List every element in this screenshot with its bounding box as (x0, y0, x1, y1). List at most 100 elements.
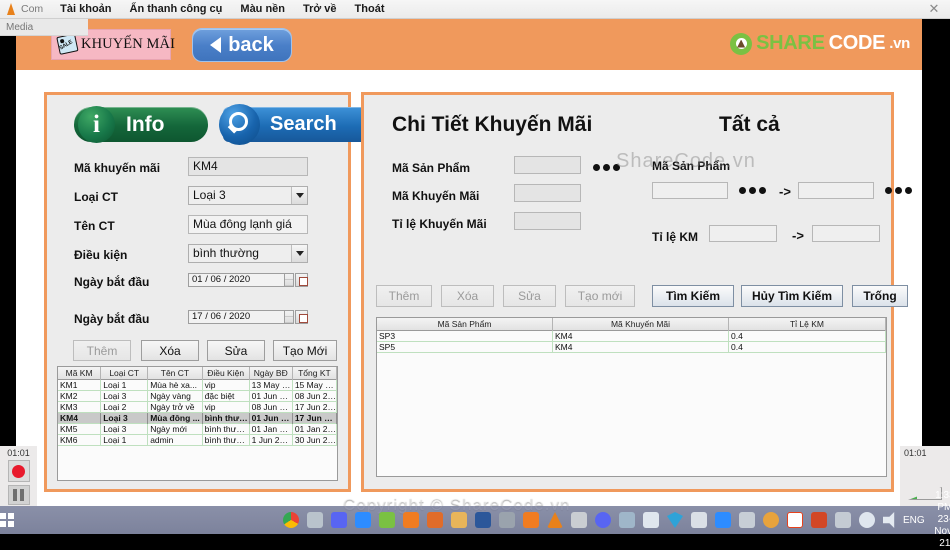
table-row[interactable]: KM4 Loại 3 Mùa đông ... bình thườ... 01 Jun … (58, 413, 337, 424)
menu-item-thoat[interactable]: Thoát (346, 3, 394, 15)
excel-icon[interactable] (807, 508, 831, 532)
table-header-cell[interactable]: Mã Sản Phẩm (377, 318, 553, 331)
discord2-icon[interactable] (591, 508, 615, 532)
shield-icon[interactable] (663, 508, 687, 532)
search-tab-button[interactable]: Search (219, 104, 368, 145)
ellipsis-icon-product[interactable] (593, 164, 620, 171)
input-filter-product-from[interactable] (652, 182, 728, 199)
table-row[interactable]: KM1Loại 1Mùa hè xa...vip13 May 20...15 M… (58, 380, 337, 391)
chrome-icon[interactable] (279, 508, 303, 532)
menu-item-an-thanh-cong-cu[interactable]: Ẩn thanh công cụ (121, 3, 232, 15)
microphone-icon[interactable] (735, 508, 759, 532)
spinner-icon[interactable] (285, 310, 294, 324)
clock[interactable]: 1:33 PM 23-Nov-21 (932, 490, 950, 550)
close-icon[interactable]: ✕ (924, 1, 944, 17)
table-header-cell[interactable]: Tổng KT (293, 367, 337, 380)
system-tray[interactable]: ENG 1:33 PM 23-Nov-21 (903, 490, 950, 550)
right-button-sua[interactable]: Sửa (503, 285, 556, 307)
chevron-down-icon[interactable] (291, 245, 307, 262)
info-tab-button[interactable]: i Info (74, 106, 208, 143)
table-header-cell[interactable]: Điều Kiện (203, 367, 250, 380)
table-header-cell[interactable]: Loại CT (101, 367, 149, 380)
copy-icon[interactable] (687, 508, 711, 532)
vlc-tray-icon[interactable] (783, 508, 807, 532)
taskbar-pinned-icons[interactable] (279, 508, 903, 532)
keyboard-icon[interactable] (831, 508, 855, 532)
xampp-icon[interactable] (399, 508, 423, 532)
right-button-xoa[interactable]: Xóa (441, 285, 494, 307)
datepicker-value-2[interactable]: 17 / 06 / 2020 (188, 310, 285, 324)
left-button-sua[interactable]: Sửa (207, 340, 265, 361)
select-loai-ct[interactable]: Loại 3 (188, 186, 308, 205)
table-row[interactable]: KM3 Loại 2 Ngày trở về vip 08 Jun 20... 17 Ju… (58, 402, 337, 413)
datepicker-ngay-bat-dau-2[interactable]: 17 / 06 / 2020 (188, 310, 308, 324)
table-row[interactable]: SP3 KM4 0.4 (377, 331, 886, 342)
blender-icon[interactable] (567, 508, 591, 532)
ellipsis-icon-filter-from[interactable] (739, 187, 766, 194)
input-ti-le-khuyen-mai[interactable] (514, 212, 581, 230)
table-body[interactable]: KM1Loại 1Mùa hè xa...vip13 May 20...15 M… (58, 380, 337, 446)
menu-item-tai-khoan[interactable]: Tài khoản (51, 3, 120, 15)
xampp2-icon[interactable] (519, 508, 543, 532)
back-button[interactable]: back (192, 28, 292, 62)
right-button-tao-moi[interactable]: Tạo mới (565, 285, 635, 307)
sqldeveloper-icon[interactable] (495, 508, 519, 532)
calendar-icon[interactable] (295, 273, 308, 287)
vlc2-icon[interactable] (543, 508, 567, 532)
right-button-them[interactable]: Thêm (376, 285, 432, 307)
netbeans-icon[interactable] (423, 508, 447, 532)
table-body[interactable]: SP3 KM4 0.4 SP5 KM4 0.4 (377, 331, 886, 353)
table-header-cell[interactable]: Mã Khuyến Mãi (553, 318, 729, 331)
folder-icon[interactable] (447, 508, 471, 532)
start-button[interactable] (0, 506, 14, 534)
input-ma-khuyen-mai[interactable]: KM4 (188, 157, 308, 176)
input-filter-product-to[interactable] (798, 182, 874, 199)
word-icon[interactable] (471, 508, 495, 532)
right-button-trong[interactable]: Trống (852, 285, 908, 307)
chevron-down-icon[interactable] (291, 187, 307, 204)
camera-icon[interactable] (711, 508, 735, 532)
calendar-icon[interactable] (295, 310, 308, 324)
table-header-cell[interactable]: Tỉ Lệ KM (729, 318, 886, 331)
input-ma-khuyen-mai-detail[interactable] (514, 184, 581, 202)
zoom-icon[interactable] (351, 508, 375, 532)
windows-taskbar[interactable]: ENG 1:33 PM 23-Nov-21 (0, 490, 950, 549)
cloud-icon[interactable] (615, 508, 639, 532)
table-row[interactable]: KM2 Loại 3 Ngày vàng đặc biệt 01 Jun 20... 08… (58, 391, 337, 402)
right-button-tim-kiem[interactable]: Tìm Kiếm (652, 285, 734, 307)
table-header-cell[interactable]: Mã KM (58, 367, 102, 380)
spinner-icon[interactable] (285, 273, 294, 287)
sun-icon[interactable] (759, 508, 783, 532)
promotion-table[interactable]: Mã KM Loại CT Tên CT Điều Kiện Ngày BĐ Tổng K… (57, 366, 338, 481)
network-icon[interactable] (855, 508, 879, 532)
input-ma-san-pham[interactable] (514, 156, 581, 174)
input-filter-rate-to[interactable] (812, 225, 880, 242)
discord-icon[interactable] (327, 508, 351, 532)
input-ten-ct[interactable]: Mùa đông lạnh giá (188, 215, 308, 234)
volume-icon[interactable] (879, 508, 903, 532)
printer-icon[interactable] (303, 508, 327, 532)
datepicker-value-1[interactable]: 01 / 06 / 2020 (188, 273, 285, 287)
right-button-huy-tim-kiem[interactable]: Hủy Tìm Kiếm (741, 285, 843, 307)
language-indicator[interactable]: ENG (903, 515, 925, 526)
ellipsis-icon-filter-to[interactable] (885, 187, 912, 194)
table-row[interactable]: KM6 Loại 1 admin bình thườ... 1 Jun 2020 30 J… (58, 435, 337, 446)
select-dieu-kien[interactable]: bình thường (188, 244, 308, 263)
left-button-xoa[interactable]: Xóa (141, 340, 199, 361)
left-button-tao-moi[interactable]: Tạo Mới (273, 340, 337, 361)
screen-recorder-controls[interactable]: 01:01 (0, 446, 37, 506)
datepicker-ngay-bat-dau-1[interactable]: 01 / 06 / 2020 (188, 273, 308, 287)
left-button-them[interactable]: Thêm (73, 340, 131, 361)
package-icon[interactable] (375, 508, 399, 532)
notepad-icon[interactable] (639, 508, 663, 532)
pause-button[interactable] (7, 485, 30, 505)
table-header-cell[interactable]: Tên CT (148, 367, 203, 380)
record-button[interactable] (7, 460, 30, 482)
table-header-cell[interactable]: Ngày BĐ (250, 367, 293, 380)
menu-item-tro-ve[interactable]: Trở về (294, 3, 346, 15)
table-row[interactable]: SP5 KM4 0.4 (377, 342, 886, 353)
input-filter-rate-from[interactable] (709, 225, 777, 242)
table-row[interactable]: KM5 Loại 3 Ngày mới bình thườ... 01 Jan 20..… (58, 424, 337, 435)
menu-item-mau-nen[interactable]: Màu nền (231, 3, 294, 15)
promotion-detail-table[interactable]: Mã Sản Phẩm Mã Khuyến Mãi Tỉ Lệ KM SP3 KM4 0… (376, 317, 887, 477)
